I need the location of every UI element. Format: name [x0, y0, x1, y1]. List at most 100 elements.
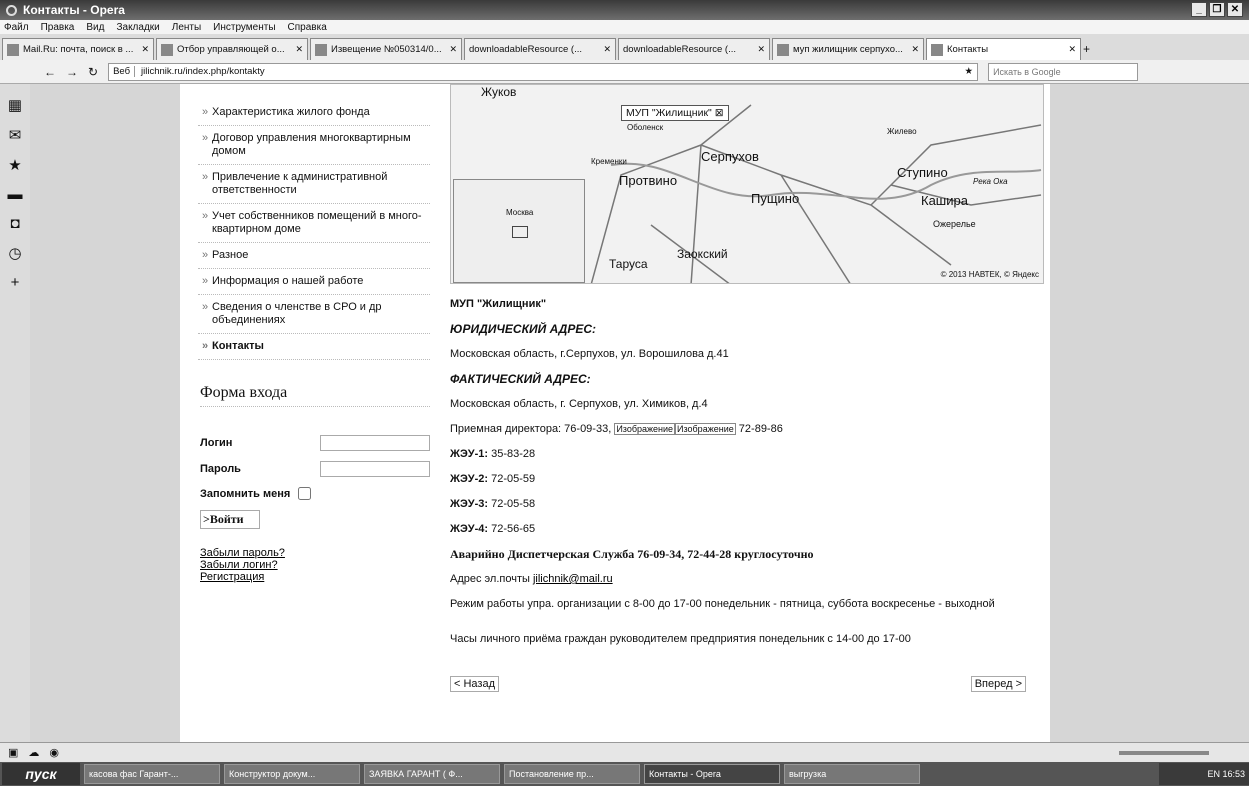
- history-panel-icon[interactable]: ◷: [8, 244, 21, 262]
- turbo-icon[interactable]: ☁: [28, 746, 39, 759]
- tab-izveshchenie[interactable]: Извещение №050314/0... ✕: [310, 38, 462, 60]
- map-label-kashira: Кашира: [921, 193, 968, 208]
- next-page-button[interactable]: Вперед >: [970, 676, 1026, 692]
- tab-close-icon[interactable]: ✕: [449, 44, 457, 55]
- window-title: Контакты - Opera: [23, 3, 125, 17]
- map-label-kremenki: Кременки: [591, 157, 627, 166]
- forward-icon[interactable]: →: [66, 65, 78, 79]
- map-overview-inset: Москва: [453, 179, 585, 283]
- password-label: Пароль: [200, 463, 241, 475]
- menu-help[interactable]: Справка: [288, 22, 327, 33]
- tab-mailru[interactable]: Mail.Ru: почта, поиск в ... ✕: [2, 38, 154, 60]
- forgot-password-link[interactable]: Забыли пароль?: [200, 547, 430, 559]
- widgets-panel-icon[interactable]: ◘: [10, 215, 19, 232]
- menu-item-work-info[interactable]: Информация о нашей работе: [198, 269, 430, 295]
- menu-item-sro-membership[interactable]: Сведения о членстве в СРО и др объединен…: [198, 295, 430, 334]
- menu-tools[interactable]: Инструменты: [213, 22, 275, 33]
- tab-kontakty[interactable]: Контакты ✕: [926, 38, 1081, 60]
- search-field[interactable]: Искать в Google: [988, 62, 1139, 81]
- start-button[interactable]: пуск: [2, 763, 80, 785]
- tab-download-2[interactable]: downloadableResource (... ✕: [618, 38, 770, 60]
- tab-close-icon[interactable]: ✕: [295, 44, 303, 55]
- menu-item-management-contract[interactable]: Договор управления многоквартирным домом: [198, 126, 430, 165]
- notes-panel-icon[interactable]: ▬: [8, 186, 23, 203]
- menu-edit[interactable]: Правка: [41, 22, 75, 33]
- close-icon[interactable]: ✕: [1227, 2, 1243, 17]
- password-input[interactable]: [320, 461, 430, 477]
- zheu-phone: 72-56-65: [491, 523, 536, 535]
- menu-view[interactable]: Вид: [86, 22, 104, 33]
- add-panel-icon[interactable]: +: [11, 274, 20, 291]
- tab-close-icon[interactable]: ✕: [141, 44, 149, 55]
- tab-close-icon[interactable]: ✕: [911, 44, 919, 55]
- yandex-map[interactable]: Москва Жуков МУП "Жилищник" ⊠ Оболенск Ж…: [450, 84, 1044, 284]
- tab-label: Извещение №050314/0...: [331, 44, 442, 55]
- mail-panel-icon[interactable]: ✉: [9, 126, 22, 144]
- menu-item-misc[interactable]: Разное: [198, 243, 430, 269]
- tab-download-1[interactable]: downloadableResource (... ✕: [464, 38, 616, 60]
- panel-toggle-icon[interactable]: ▣: [8, 746, 18, 759]
- login-form-title: Форма входа: [200, 384, 430, 407]
- email-link[interactable]: jilichnik@mail.ru: [533, 573, 613, 585]
- zheu-3-line: ЖЭУ-3: 72-05-58: [450, 496, 1040, 521]
- map-balloon-text: МУП "Жилищник": [626, 107, 712, 119]
- tab-label: муп жилищник серпухо...: [793, 44, 903, 55]
- browser-statusbar: ▣ ☁ ◉: [0, 742, 1249, 762]
- map-balloon-close-icon[interactable]: ⊠: [715, 107, 724, 119]
- menu-item-owners-registry[interactable]: Учет собственников помещений в много-ква…: [198, 204, 430, 243]
- remember-checkbox[interactable]: [298, 487, 312, 500]
- restore-icon[interactable]: ❐: [1209, 2, 1225, 17]
- map-balloon[interactable]: МУП "Жилищник" ⊠: [621, 105, 729, 121]
- tab-close-icon[interactable]: ✕: [757, 44, 765, 55]
- menu-file[interactable]: Файл: [4, 22, 29, 33]
- map-label-oka: Река Ока: [973, 177, 1008, 186]
- tab-label: Контакты: [947, 44, 989, 55]
- unite-icon[interactable]: ◉: [49, 746, 59, 759]
- legal-address: Московская область, г.Серпухов, ул. Воро…: [450, 348, 729, 360]
- taskbar-item[interactable]: Контакты - Opera: [644, 764, 780, 784]
- tab-yandex-search[interactable]: муп жилищник серпухо... ✕: [772, 38, 924, 60]
- menu-feeds[interactable]: Ленты: [172, 22, 201, 33]
- tab-close-icon[interactable]: ✕: [1068, 44, 1076, 55]
- window-controls: _ ❐ ✕: [1191, 2, 1243, 17]
- system-tray: EN 16:53: [1159, 763, 1249, 785]
- zheu-4-line: ЖЭУ-4: 72-56-65: [450, 521, 1040, 546]
- menu-item-contacts[interactable]: Контакты: [198, 334, 430, 360]
- tray-clock: EN 16:53: [1207, 769, 1245, 779]
- password-row: Пароль: [200, 461, 430, 477]
- map-label-serpukhov: Серпухов: [701, 149, 759, 164]
- taskbar-item[interactable]: Постановление пр...: [504, 764, 640, 784]
- pagination: < Назад Вперед >: [450, 676, 1026, 692]
- new-tab-icon[interactable]: +: [1083, 42, 1090, 60]
- taskbar-item[interactable]: ЗАЯВКА ГАРАНТ ( Ф...: [364, 764, 500, 784]
- login-row: Логин: [200, 435, 430, 451]
- tab-close-icon[interactable]: ✕: [603, 44, 611, 55]
- menu-item-housing-stock[interactable]: Характеристика жилого фонда: [198, 100, 430, 126]
- login-submit-button[interactable]: >Войти: [200, 510, 260, 529]
- menu-bookmarks[interactable]: Закладки: [116, 22, 159, 33]
- forgot-login-link[interactable]: Забыли логин?: [200, 559, 430, 571]
- prev-page-button[interactable]: < Назад: [450, 676, 499, 692]
- register-link[interactable]: Регистрация: [200, 571, 430, 583]
- map-label-tarusa: Таруса: [609, 257, 648, 271]
- page-icon: [315, 43, 327, 56]
- taskbar-item[interactable]: Конструктор докум...: [224, 764, 360, 784]
- speed-dial-icon[interactable]: ▦: [8, 96, 22, 114]
- zheu-phone: 72-05-58: [491, 498, 536, 510]
- taskbar-item[interactable]: касова фас Гарант-...: [84, 764, 220, 784]
- map-label-pushchino: Пущино: [751, 191, 800, 206]
- zoom-slider[interactable]: [1119, 750, 1209, 755]
- tab-otbor[interactable]: Отбор управляющей о... ✕: [156, 38, 308, 60]
- taskbar-item[interactable]: выгрузка: [784, 764, 920, 784]
- menu-item-administrative-liability[interactable]: Привлечение к административной ответстве…: [198, 165, 430, 204]
- login-input[interactable]: [320, 435, 430, 451]
- bookmark-star-icon[interactable]: ★: [965, 66, 974, 77]
- minimize-icon[interactable]: _: [1191, 2, 1207, 17]
- reload-icon[interactable]: ↻: [88, 65, 98, 79]
- map-label-stupino: Ступино: [897, 165, 948, 180]
- back-icon[interactable]: ←: [44, 65, 56, 79]
- address-field[interactable]: Веб jilichnik.ru/index.php/kontakty ★: [108, 62, 979, 81]
- map-copyright: © 2013 НАВТЕК, © Яндекс: [940, 270, 1039, 279]
- bookmarks-panel-icon[interactable]: ★: [8, 156, 21, 174]
- windows-taskbar: пуск касова фас Гарант-... Конструктор д…: [0, 762, 1249, 786]
